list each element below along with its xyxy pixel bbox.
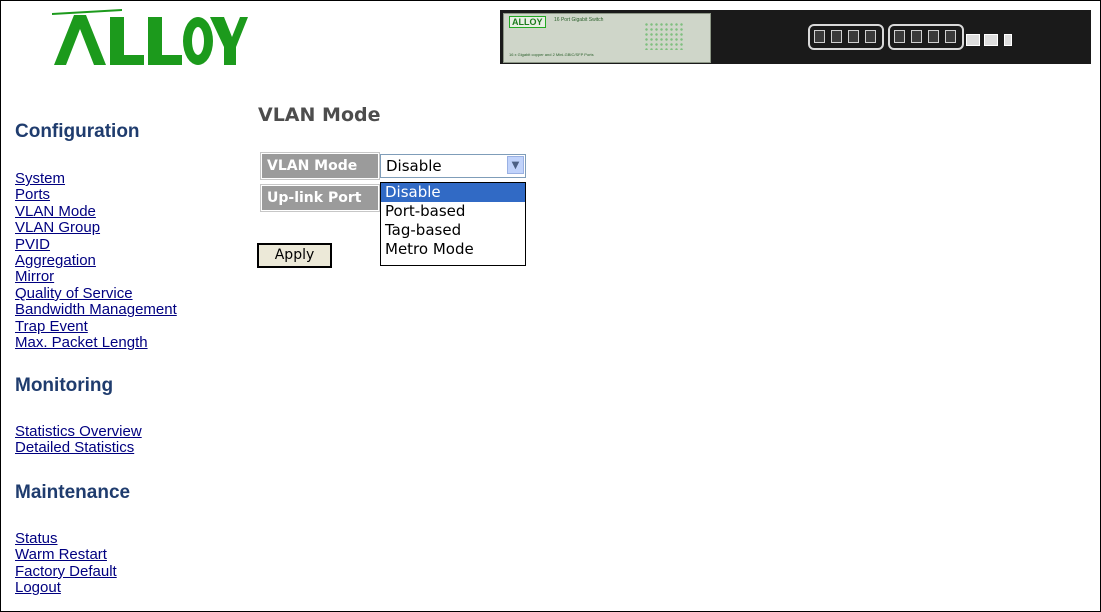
- nav-link-trap-event[interactable]: Trap Event: [15, 318, 177, 335]
- uplink-port-label: Up-link Port: [261, 185, 379, 211]
- alloy-logo: [52, 9, 248, 65]
- section-title-configuration: Configuration: [15, 121, 140, 142]
- device-brand: ALLOY: [509, 16, 546, 28]
- nav-link-status[interactable]: Status: [15, 530, 117, 547]
- option-tag-based[interactable]: Tag-based: [381, 221, 525, 240]
- section-title-monitoring: Monitoring: [15, 375, 114, 396]
- apply-button[interactable]: Apply: [257, 243, 332, 268]
- vlan-mode-selected-value: Disable: [386, 157, 442, 175]
- section-title-maintenance: Maintenance: [15, 482, 131, 503]
- nav-link-logout[interactable]: Logout: [15, 579, 117, 596]
- nav-link-vlan-mode[interactable]: VLAN Mode: [15, 203, 177, 220]
- nav-link-mirror[interactable]: Mirror: [15, 269, 177, 286]
- nav-link-aggregation[interactable]: Aggregation: [15, 252, 177, 269]
- device-subtitle: 16 x Gigabit copper and 2 Mini-GBIC/SFP …: [509, 52, 594, 57]
- vlan-mode-select[interactable]: Disable ▼: [380, 154, 526, 178]
- nav-link-warm-restart[interactable]: Warm Restart: [15, 546, 117, 563]
- maintenance-links: Status Warm Restart Factory Default Logo…: [15, 530, 117, 597]
- option-port-based[interactable]: Port-based: [381, 202, 525, 221]
- vlan-mode-label: VLAN Mode: [261, 153, 379, 179]
- nav-link-detailed-statistics[interactable]: Detailed Statistics: [15, 439, 142, 456]
- nav-link-ports[interactable]: Ports: [15, 186, 177, 203]
- configuration-links: System Ports VLAN Mode VLAN Group PVID A…: [15, 170, 177, 351]
- nav-link-statistics-overview[interactable]: Statistics Overview: [15, 423, 142, 440]
- port-block-1: [808, 24, 884, 50]
- nav-link-max-packet-length[interactable]: Max. Packet Length: [15, 334, 177, 351]
- nav-link-factory-default[interactable]: Factory Default: [15, 563, 117, 580]
- page-title: VLAN Mode: [258, 104, 381, 126]
- device-banner-image: ALLOY 16 Port Gigabit Switch 16 x Gigabi…: [500, 10, 1091, 64]
- nav-link-system[interactable]: System: [15, 170, 177, 187]
- device-front-panel: ALLOY 16 Port Gigabit Switch 16 x Gigabi…: [503, 13, 711, 63]
- vlan-mode-dropdown-list: Disable Port-based Tag-based Metro Mode: [380, 182, 526, 266]
- option-disable[interactable]: Disable: [381, 183, 525, 202]
- chevron-down-icon[interactable]: ▼: [507, 156, 524, 174]
- sfp-port-1: [966, 34, 980, 46]
- monitoring-links: Statistics Overview Detailed Statistics: [15, 423, 142, 457]
- nav-link-bandwidth-management[interactable]: Bandwidth Management: [15, 301, 177, 318]
- nav-link-pvid[interactable]: PVID: [15, 236, 177, 253]
- sfp-port-2: [984, 34, 998, 46]
- nav-link-quality-of-service[interactable]: Quality of Service: [15, 285, 177, 302]
- nav-link-vlan-group[interactable]: VLAN Group: [15, 219, 177, 236]
- port-block-2: [888, 24, 964, 50]
- led-indicators: [644, 22, 684, 50]
- option-metro-mode[interactable]: Metro Mode: [381, 240, 525, 259]
- reset-button: [1004, 34, 1012, 46]
- device-model: 16 Port Gigabit Switch: [554, 17, 604, 23]
